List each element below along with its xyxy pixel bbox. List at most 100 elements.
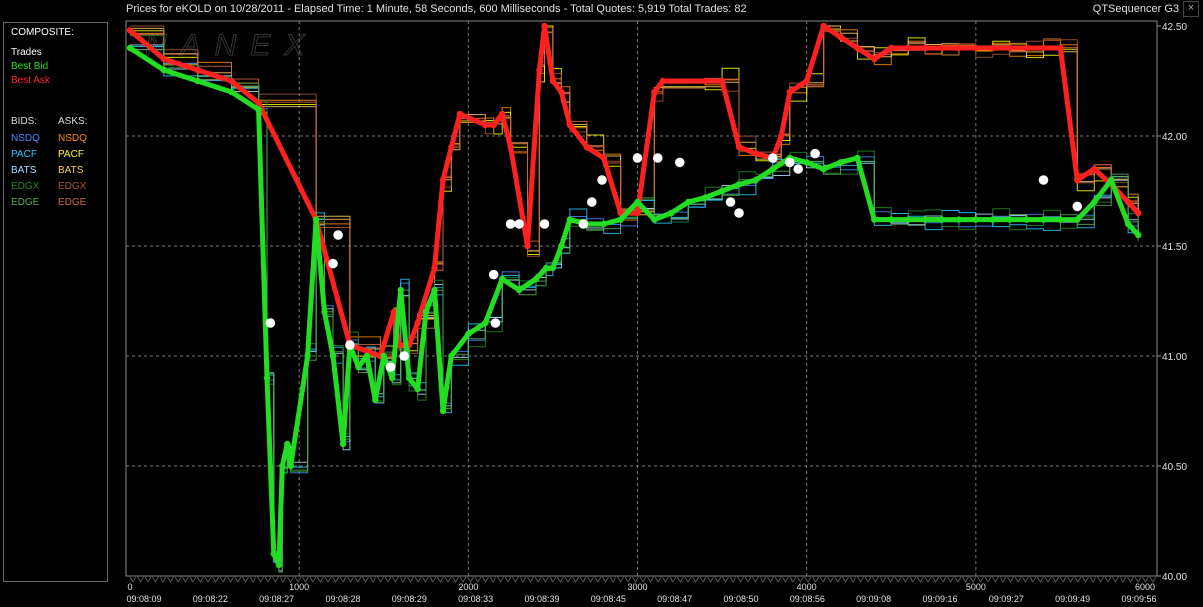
trade-point xyxy=(514,219,524,229)
trade-tick-mark xyxy=(864,576,872,583)
trade-point xyxy=(539,219,550,229)
trade-tick-mark xyxy=(137,576,144,583)
trade-tick-mark xyxy=(182,576,189,583)
best-ask-point xyxy=(1135,209,1142,217)
best-bid-point xyxy=(1023,216,1030,223)
trade-tick-mark xyxy=(264,576,272,583)
trade-point xyxy=(632,153,643,163)
trade-tick-mark xyxy=(489,576,497,583)
trade-tick-mark xyxy=(1082,576,1089,583)
best-bid-point xyxy=(270,550,277,558)
legend-ask-bats: BATS xyxy=(58,165,84,176)
trade-point xyxy=(505,219,516,229)
trade-tick-mark xyxy=(692,576,699,583)
trade-tick-mark xyxy=(759,576,767,583)
best-ask-point xyxy=(718,77,726,85)
best-bid-point xyxy=(938,216,946,223)
best-bid-point xyxy=(1006,216,1013,223)
app-name: QTSequencer G3 xyxy=(1092,3,1179,15)
trade-point xyxy=(653,153,663,163)
trade-tick-mark xyxy=(152,576,159,583)
trade-point xyxy=(785,157,795,168)
trade-tick-mark xyxy=(219,576,227,583)
best-ask-point xyxy=(549,77,557,85)
best-bid-point xyxy=(549,264,557,272)
trade-tick-mark xyxy=(579,576,587,583)
best-ask-point xyxy=(871,55,878,63)
time-label: 09:08:45 xyxy=(591,594,626,604)
best-bid-point xyxy=(905,216,912,223)
best-bid-point xyxy=(1135,231,1142,239)
trade-tick-mark xyxy=(879,576,887,583)
best-ask-point xyxy=(778,132,785,140)
trade-tick-mark xyxy=(204,576,212,583)
trade-tick-mark xyxy=(827,576,834,583)
close-icon[interactable]: × xyxy=(1183,1,1199,17)
best-ask-point xyxy=(431,264,438,272)
y-tick-label: 40.00 xyxy=(1162,572,1187,583)
best-bid-point xyxy=(735,181,743,188)
best-bid-point xyxy=(566,216,573,223)
trade-tick-mark xyxy=(752,576,759,583)
legend-bids-label: BIDS: xyxy=(11,116,38,127)
trade-tick-mark xyxy=(512,576,519,583)
best-ask-point xyxy=(786,88,793,96)
trade-point xyxy=(725,197,736,207)
trade-tick-mark xyxy=(887,576,894,583)
best-bid-point xyxy=(651,216,658,223)
trade-tick-mark xyxy=(774,576,782,583)
best-ask-point xyxy=(702,77,709,85)
y-tick-label: 42.00 xyxy=(1162,132,1187,143)
trade-tick-mark xyxy=(662,576,669,583)
trade-tick-mark xyxy=(527,576,534,583)
legend-ask-edgx: EDGX xyxy=(58,181,87,192)
time-label: 09:09:56 xyxy=(1121,594,1156,604)
trade-tick-mark xyxy=(1037,576,1044,583)
y-tick-label: 41.50 xyxy=(1162,242,1187,253)
x-tick-label: 5000 xyxy=(966,582,986,592)
best-ask-point xyxy=(507,143,514,151)
trade-tick-mark xyxy=(699,576,707,583)
trade-tick-mark xyxy=(1022,576,1029,583)
best-ask-point xyxy=(972,44,979,52)
best-bid-point xyxy=(854,154,861,162)
trade-tick-mark xyxy=(909,576,917,583)
trade-tick-mark xyxy=(999,576,1007,583)
time-label: 09:08:29 xyxy=(392,594,427,604)
best-bid-point xyxy=(955,216,963,223)
trade-tick-mark xyxy=(504,576,512,583)
time-label: 09:08:50 xyxy=(723,594,758,604)
trade-tick-mark xyxy=(354,576,362,583)
trade-tick-mark xyxy=(587,576,594,583)
trade-tick-mark xyxy=(872,576,879,583)
best-ask-point xyxy=(938,44,946,52)
trade-tick-mark xyxy=(947,576,954,583)
best-bid-point xyxy=(355,363,362,371)
best-ask-point xyxy=(1040,44,1047,52)
best-bid-point xyxy=(275,561,283,569)
best-ask-point xyxy=(1023,44,1030,52)
time-label: 09:08:27 xyxy=(259,594,294,604)
best-ask-point xyxy=(414,319,421,327)
best-bid-point xyxy=(414,385,421,393)
trade-tick-mark xyxy=(444,576,452,583)
trade-point xyxy=(1038,175,1049,185)
trade-tick-mark xyxy=(722,576,729,583)
chart-title: Prices for eKOLD on 10/28/2011 - Elapsed… xyxy=(126,3,747,15)
trade-tick-mark xyxy=(1104,576,1112,583)
best-ask-point xyxy=(490,121,497,129)
best-ask-point xyxy=(524,242,531,250)
best-bid-point xyxy=(718,187,726,195)
trade-tick-mark xyxy=(857,576,864,583)
legend-bid-bats: BATS xyxy=(11,165,37,176)
trade-tick-mark xyxy=(669,576,677,583)
best-ask-point xyxy=(482,121,489,129)
legend-ask-pacf: PACF xyxy=(58,149,84,160)
best-ask-point xyxy=(558,88,565,96)
trade-tick-mark xyxy=(542,576,549,583)
best-bid-point xyxy=(263,374,271,382)
x-tick-label: 2000 xyxy=(458,582,478,592)
trade-tick-mark xyxy=(482,576,489,583)
trade-point xyxy=(333,230,343,240)
legend-best-ask: Best Ask xyxy=(11,75,50,86)
